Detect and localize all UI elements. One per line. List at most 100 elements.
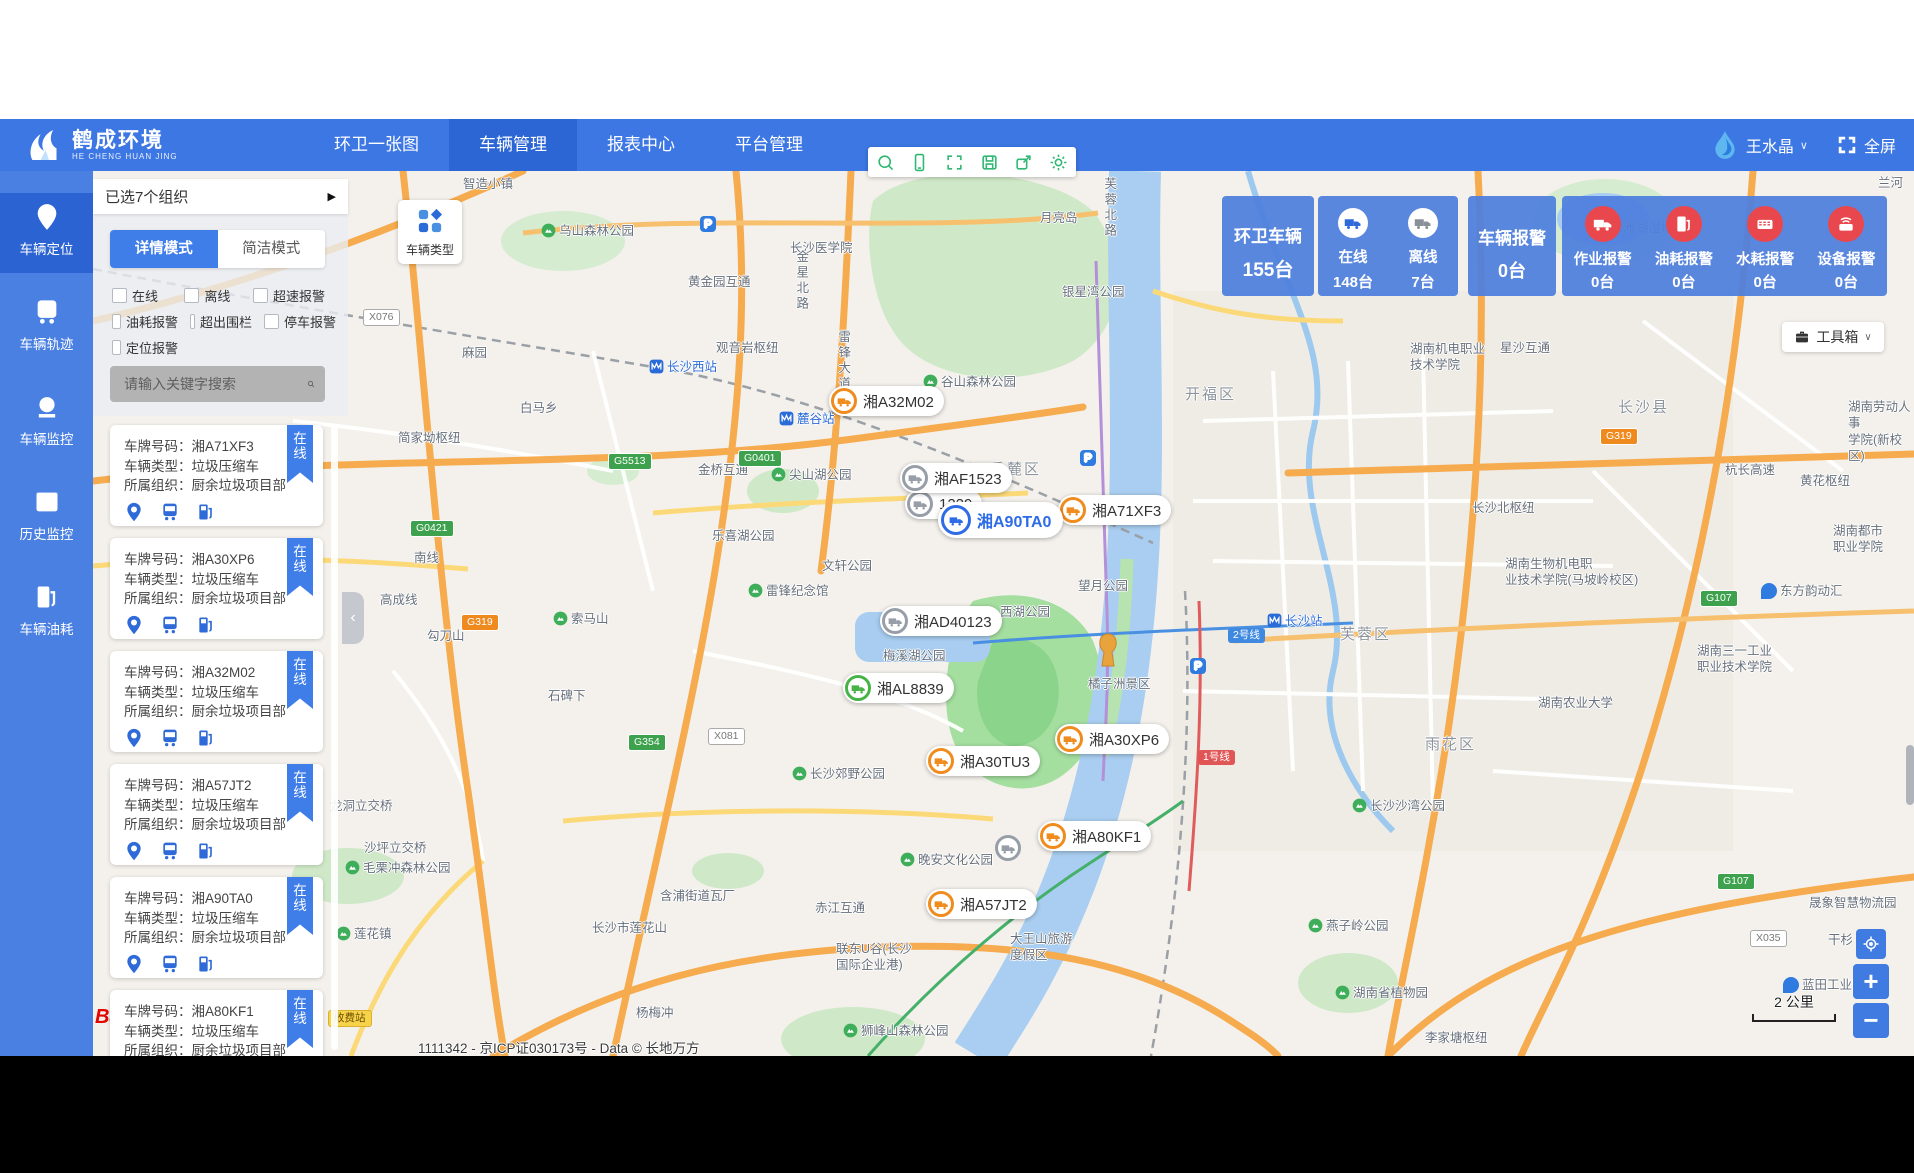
fuel-icon[interactable] xyxy=(196,615,216,635)
nav-item-1[interactable]: 环卫一张图 xyxy=(304,119,449,171)
vehicle-marker[interactable] xyxy=(993,833,1029,863)
pin-icon[interactable] xyxy=(124,502,144,522)
filter-定位报警[interactable]: 定位报警 xyxy=(112,338,190,357)
brand-name-en: HE CHENG HUAN JING xyxy=(72,152,178,161)
sidebar-item-4[interactable]: 历史监控 xyxy=(0,478,93,558)
fuel-icon[interactable] xyxy=(196,502,216,522)
search-icon[interactable] xyxy=(307,374,315,394)
checkbox-icon[interactable] xyxy=(184,288,199,303)
vehicle-marker-湘A90TA0[interactable]: 湘A90TA0 xyxy=(938,502,1063,538)
checkbox-icon[interactable] xyxy=(112,288,127,303)
user-menu-chevron-icon[interactable]: ∨ xyxy=(1800,139,1808,152)
fuel-icon[interactable] xyxy=(196,954,216,974)
org-expand-arrow-icon[interactable]: ▶ xyxy=(328,190,336,203)
page-scrollbar-thumb[interactable] xyxy=(1906,745,1914,805)
vehicle-marker-湘AL8839[interactable]: 湘AL8839 xyxy=(843,673,954,703)
map-label: 莲花镇 xyxy=(336,926,392,942)
vehicle-marker-湘A80KF1[interactable]: 湘A80KF1 xyxy=(1038,821,1151,851)
vehicle-marker-湘AD40123[interactable]: 湘AD40123 xyxy=(880,606,1002,636)
pin-icon[interactable] xyxy=(124,728,144,748)
vehicle-card[interactable]: 车牌号码：湘A90TA0车辆类型：垃圾压缩车所属组织：厨余垃圾项目部在 线 xyxy=(110,877,323,978)
track-icon[interactable] xyxy=(160,954,180,974)
vehicle-marker-湘A32M02[interactable]: 湘A32M02 xyxy=(829,386,944,416)
user-avatar-droplet-icon[interactable] xyxy=(1712,130,1738,160)
fuel-icon[interactable] xyxy=(196,728,216,748)
track-icon[interactable] xyxy=(160,728,180,748)
vehicle-card[interactable]: 车牌号码：湘A80KF1车辆类型：垃圾压缩车所属组织：厨余垃圾项目部在 线 xyxy=(110,990,323,1056)
pin-icon[interactable] xyxy=(124,954,144,974)
vehicle-list-scrollbar[interactable] xyxy=(331,425,338,1050)
map-canvas[interactable]: 智造小镇乌山森林公园长沙医学院月亮岛黄金园互通银星湾公园金星北路芙蓉北路观音岩枢… xyxy=(93,171,1914,1056)
filter-油耗报警[interactable]: 油耗报警 xyxy=(112,312,190,331)
checkbox-icon[interactable] xyxy=(253,288,268,303)
fullscreen-button[interactable]: 全屏 xyxy=(1836,133,1896,157)
nav-item-4[interactable]: 平台管理 xyxy=(705,119,833,171)
map-label: 含浦街道瓦厂 xyxy=(660,888,735,904)
vehicle-marker-湘A30XP6[interactable]: 湘A30XP6 xyxy=(1055,724,1169,754)
vehicle-marker-湘A71XF3[interactable]: 湘A71XF3 xyxy=(1058,495,1171,525)
tab-detail[interactable]: 详情模式 xyxy=(110,230,218,268)
fullscreen-label: 全屏 xyxy=(1864,133,1896,157)
nav-item-2[interactable]: 车辆管理 xyxy=(449,119,577,171)
zoom-search-icon[interactable] xyxy=(876,153,895,172)
filter-超速报警[interactable]: 超速报警 xyxy=(253,286,337,305)
map-label-text: 长沙北枢纽 xyxy=(1472,500,1535,516)
vehicle-card[interactable]: 车牌号码：湘A71XF3车辆类型：垃圾压缩车所属组织：厨余垃圾项目部在 线 xyxy=(110,425,323,526)
filter-超出围栏[interactable]: 超出围栏 xyxy=(190,312,264,331)
filter-停车报警[interactable]: 停车报警 xyxy=(264,312,348,331)
map-label-text: 湖南农业大学 xyxy=(1538,695,1613,711)
share-icon[interactable] xyxy=(1014,153,1033,172)
sidebar-item-1[interactable]: 车辆定位 xyxy=(0,193,93,273)
vehicle-card-actions xyxy=(124,615,323,635)
vehicle-card[interactable]: 车牌号码：湘A30XP6车辆类型：垃圾压缩车所属组织：厨余垃圾项目部在 线 xyxy=(110,538,323,639)
fuel-icon[interactable] xyxy=(196,841,216,861)
road-badge: G319 xyxy=(461,614,499,631)
search-box[interactable] xyxy=(110,366,325,402)
checkbox-icon[interactable] xyxy=(264,314,279,329)
checkbox-icon[interactable] xyxy=(112,314,121,329)
expand-icon[interactable] xyxy=(945,153,964,172)
map-label-text: 兰河 xyxy=(1878,175,1903,191)
track-icon[interactable] xyxy=(160,615,180,635)
locate-button[interactable] xyxy=(1856,929,1886,959)
alarm-stat-label: 水耗报警 xyxy=(1725,248,1806,269)
vehicle-marker-湘A57JT2[interactable]: 湘A57JT2 xyxy=(926,889,1037,919)
save-icon[interactable] xyxy=(980,153,999,172)
road-badge: G354 xyxy=(628,734,666,751)
user-name[interactable]: 王水晶 xyxy=(1746,133,1794,157)
checkbox-icon[interactable] xyxy=(112,340,121,355)
vehicle-card[interactable]: 车牌号码：湘A32M02车辆类型：垃圾压缩车所属组织：厨余垃圾项目部在 线 xyxy=(110,651,323,752)
vehicle-card[interactable]: 车牌号码：湘A57JT2车辆类型：垃圾压缩车所属组织：厨余垃圾项目部在 线 xyxy=(110,764,323,865)
vehicle-marker-湘A30TU3[interactable]: 湘A30TU3 xyxy=(926,746,1040,776)
fuel-alarm-icon xyxy=(1666,206,1702,242)
park-icon xyxy=(541,223,556,238)
sidebar-item-3[interactable]: 车辆监控 xyxy=(0,383,93,463)
filter-label: 油耗报警 xyxy=(126,312,178,331)
pin-icon[interactable] xyxy=(124,615,144,635)
org-selector[interactable]: 已选7个组织 ▶ xyxy=(93,179,348,214)
park-icon xyxy=(792,766,807,781)
zoom-out-button[interactable]: − xyxy=(1853,1003,1889,1038)
toolbox-button[interactable]: 工具箱 ∨ xyxy=(1782,322,1884,352)
nav-item-3[interactable]: 报表中心 xyxy=(577,119,705,171)
sidebar-item-2[interactable]: 车辆轨迹 xyxy=(0,288,93,368)
pin-icon[interactable] xyxy=(124,841,144,861)
filter-在线[interactable]: 在线 xyxy=(112,286,184,305)
mobile-icon[interactable] xyxy=(910,153,929,172)
map-label: 银星湾公园 xyxy=(1062,284,1125,300)
track-icon[interactable] xyxy=(160,841,180,861)
map-scale: 2 公里 xyxy=(1752,992,1836,1022)
search-input[interactable] xyxy=(122,375,307,393)
checkbox-icon[interactable] xyxy=(190,314,195,329)
metro-station-icon xyxy=(649,359,664,374)
tab-simple[interactable]: 简洁模式 xyxy=(218,230,326,268)
settings-icon[interactable] xyxy=(1049,153,1068,172)
brand-logo[interactable]: 鹤成环境 HE CHENG HUAN JING xyxy=(24,125,274,165)
vehicle-marker-湘AF1523[interactable]: 湘AF1523 xyxy=(900,463,1012,493)
panel-collapse-handle[interactable]: ‹ xyxy=(342,592,364,644)
filter-离线[interactable]: 离线 xyxy=(184,286,253,305)
track-icon[interactable] xyxy=(160,502,180,522)
zoom-in-button[interactable]: + xyxy=(1853,964,1889,999)
vehicle-type-button[interactable]: 车辆类型 xyxy=(398,200,462,264)
sidebar-item-5[interactable]: 车辆油耗 xyxy=(0,573,93,653)
